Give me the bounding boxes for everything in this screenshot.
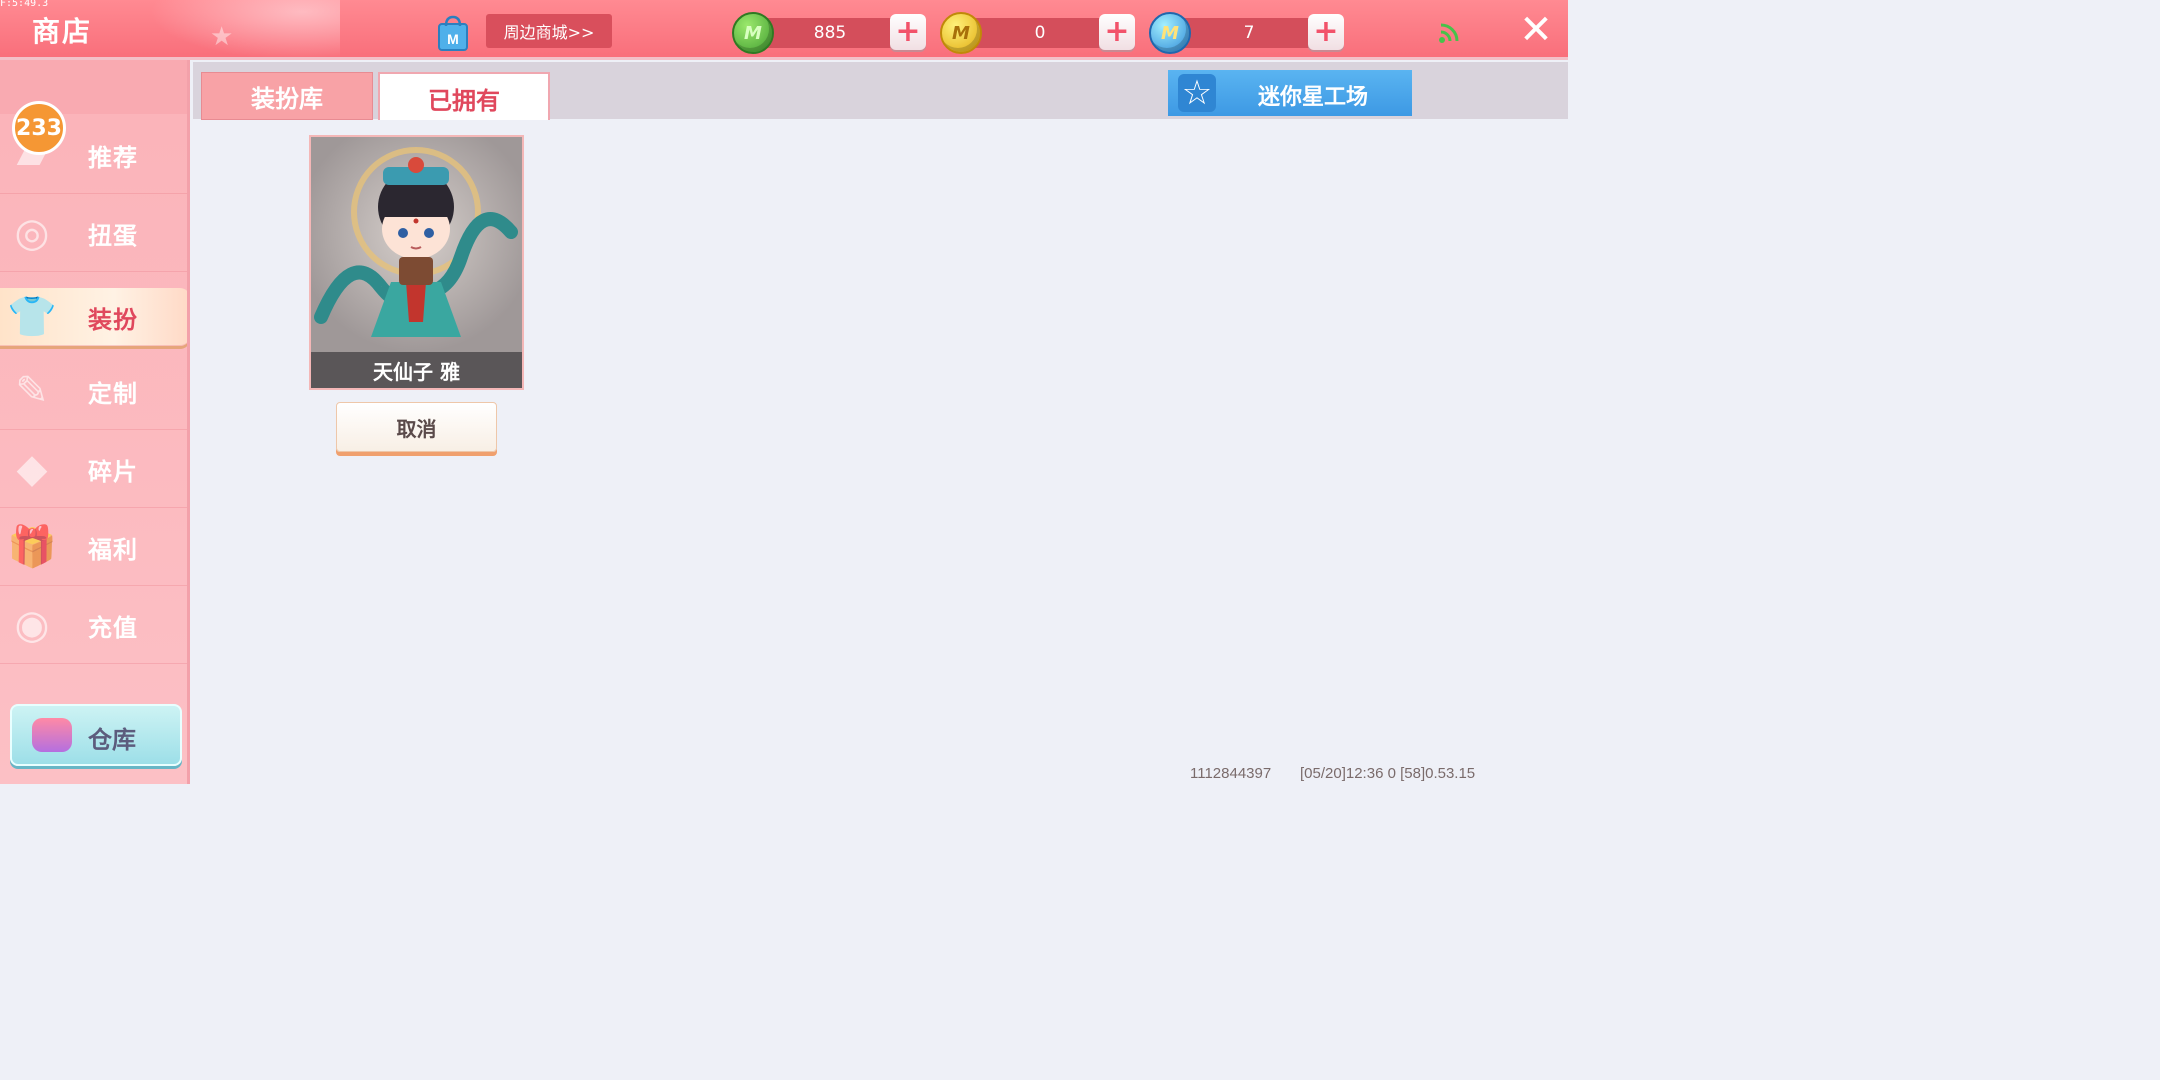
sidebar-item-label: 福利	[88, 536, 138, 564]
outfit-preview-image	[311, 137, 522, 352]
notification-badge: 233	[12, 101, 66, 155]
green-mini-bean-icon: M	[732, 12, 774, 54]
tab-owned[interactable]: 已拥有	[378, 72, 550, 122]
owned-outfit-card[interactable]: 天仙子 雅	[309, 135, 524, 390]
sidebar-item-label: 扭蛋	[88, 222, 138, 250]
star-icon: ☆	[1178, 74, 1216, 112]
tab-outfit-library[interactable]: 装扮库	[201, 72, 373, 120]
header-decoration	[150, 0, 340, 60]
cancel-button[interactable]: 取消	[336, 402, 497, 452]
mini-workshop-button[interactable]: ☆ 迷你星工场	[1168, 70, 1412, 116]
sidebar-item-gacha[interactable]: ◎ 扭蛋	[0, 194, 190, 272]
sidebar-item-welfare[interactable]: 🎁 福利	[0, 508, 190, 586]
svg-text:M: M	[447, 31, 459, 47]
currency-value-gems: 7	[1243, 23, 1255, 43]
sidebar-item-recharge[interactable]: ◉ 充值	[0, 586, 190, 664]
sidebar-item-label: 碎片	[88, 458, 138, 486]
player-uid: 1112844397	[1190, 765, 1272, 782]
page-title: 商店	[32, 15, 93, 48]
top-bar: F:5:49.3 商店 ★ M 周边商城>> 885 M + 0 M + 7 M…	[0, 0, 1568, 60]
warehouse-label: 仓库	[88, 726, 136, 754]
add-beans-button[interactable]: +	[890, 14, 926, 50]
fragment-icon: ◆	[16, 446, 48, 492]
currency-value-beans: 885	[813, 23, 847, 43]
sidebar-item-label: 装扮	[88, 306, 138, 334]
sidebar-item-outfit[interactable]: 👕 装扮	[0, 288, 190, 346]
recharge-coins-icon: ◉	[14, 602, 50, 648]
customize-pencil-icon: ✎	[15, 368, 49, 414]
decorative-star-icon: ★	[210, 22, 234, 52]
close-icon[interactable]: ✕	[1518, 10, 1554, 50]
debug-info: [05/20]12:36 0 [58]0.53.15	[1300, 765, 1476, 782]
outfit-shirt-icon: 👕	[7, 294, 57, 340]
add-gems-button[interactable]: +	[1308, 14, 1344, 50]
gift-icon: 🎁	[7, 524, 57, 570]
sidebar-item-label: 推荐	[88, 144, 138, 172]
blue-mini-gem-icon: M	[1149, 12, 1191, 54]
signal-icon	[1439, 23, 1459, 43]
add-coins-button[interactable]: +	[1099, 14, 1135, 50]
sidebar-item-fragment[interactable]: ◆ 碎片	[0, 430, 190, 508]
gacha-icon: ◎	[14, 210, 50, 256]
sidebar-item-label: 充值	[88, 614, 138, 642]
shopping-bag-icon[interactable]: M	[433, 14, 473, 52]
merch-mall-link[interactable]: 周边商城>>	[486, 14, 612, 48]
sidebar-item-label: 定制	[88, 380, 138, 408]
workshop-label: 迷你星工场	[1258, 85, 1369, 110]
fps-counter: F:5:49.3	[0, 0, 49, 9]
warehouse-icon	[32, 718, 72, 752]
sidebar-divider	[187, 60, 190, 784]
warehouse-button[interactable]: 仓库	[10, 704, 182, 766]
gold-mini-coin-icon: M	[940, 12, 982, 54]
category-sidebar: ▰ 推荐 ◎ 扭蛋 👕 装扮 ✎ 定制 ◆ 碎片 🎁 福利 ◉ 充值	[0, 60, 190, 784]
currency-value-coins: 0	[1034, 23, 1046, 43]
sidebar-item-customize[interactable]: ✎ 定制	[0, 352, 190, 430]
outfit-name: 天仙子 雅	[311, 352, 522, 388]
